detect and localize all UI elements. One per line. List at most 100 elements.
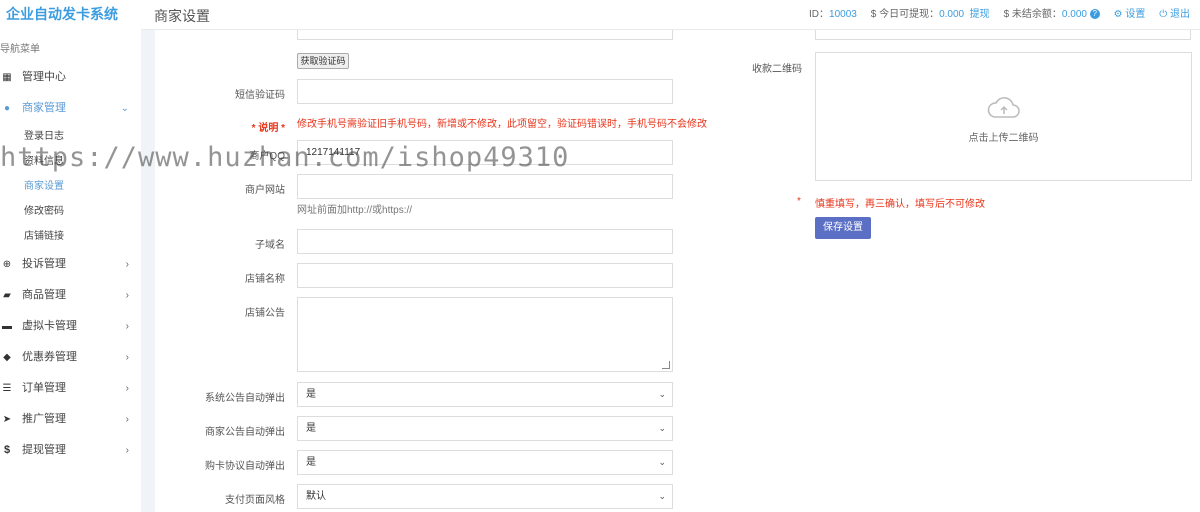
page-title: 商家设置	[154, 8, 210, 24]
chevron-right-icon: ›	[125, 352, 129, 363]
list-icon: ☰	[2, 383, 12, 394]
pay-style-select[interactable]: 默认 ⌄	[297, 484, 673, 509]
chevron-down-icon: ⌄	[658, 491, 666, 501]
pay-style-label: 支付页面风格	[225, 495, 285, 506]
qr-label: 收款二维码	[752, 64, 802, 75]
sidebar-subitem-change-password[interactable]: 修改密码	[0, 199, 141, 224]
sms-code-label: 短信验证码	[235, 90, 285, 101]
sidebar-subitem-login-log[interactable]: 登录日志	[0, 124, 141, 149]
website-hint: 网址前面加http://或https://	[297, 205, 413, 216]
sys-popup-select[interactable]: 是 ⌄	[297, 382, 673, 407]
shop-name-label: 店铺名称	[245, 274, 285, 285]
save-button[interactable]: 保存设置	[815, 217, 871, 239]
sidebar-item-complaints[interactable]: ⊕ 投诉管理 ›	[0, 249, 141, 280]
withdraw-link[interactable]: 提现	[970, 0, 990, 30]
sidebar-item-label: 推广管理	[22, 413, 66, 425]
sidebar-item-dashboard[interactable]: ▦ 管理中心	[0, 62, 141, 93]
app-title: 企业自动发卡系统	[6, 6, 118, 22]
warning-text: 慎重填写，再三确认，填写后不可修改	[815, 199, 985, 210]
sidebar-item-label: 优惠券管理	[22, 351, 77, 363]
sidebar-menu: ▦ 管理中心 ● 商家管理 ⌄ 登录日志 资料信息 商家设置 修改密码 店铺链接…	[0, 62, 141, 466]
sms-code-input[interactable]	[297, 79, 673, 104]
sidebar-item-label: 商家管理	[22, 102, 66, 114]
qq-input[interactable]: 1217141117	[297, 140, 673, 165]
qr-upload-text: 点击上传二维码	[968, 133, 1039, 144]
sidebar-item-products[interactable]: ▰ 商品管理 ›	[0, 280, 141, 311]
sys-popup-value: 是	[306, 389, 316, 400]
tag-icon: ◆	[3, 352, 11, 363]
merchant-id-label: ID：	[809, 9, 830, 20]
phone-input[interactable]	[297, 30, 673, 40]
announcement-textarea[interactable]	[297, 297, 673, 372]
chevron-right-icon: ›	[125, 259, 129, 270]
chevron-right-icon: ›	[125, 445, 129, 456]
merchant-popup-select[interactable]: 是 ⌄	[297, 416, 673, 441]
power-icon: ⏻	[1159, 9, 1168, 20]
shopping-bag-icon: ▰	[3, 290, 11, 301]
website-label: 商户网站	[245, 185, 285, 196]
agreement-popup-label: 购卡协议自动弹出	[205, 461, 285, 472]
qq-label: 商户QQ	[249, 151, 285, 162]
dollar-icon: $	[3, 444, 11, 456]
withdrawable-label: $ 今日可提现：	[870, 9, 940, 20]
note-label: * 说明 *	[251, 123, 285, 134]
help-icon[interactable]: ?	[1089, 9, 1100, 20]
chevron-right-icon: ›	[125, 414, 129, 425]
chevron-down-icon: ⌄	[658, 457, 666, 467]
agreement-popup-value: 是	[306, 457, 316, 468]
announcement-label: 店铺公告	[245, 308, 285, 319]
card-icon: ▬	[2, 321, 12, 332]
settings-link[interactable]: 设置	[1125, 0, 1145, 30]
shop-name-input[interactable]	[297, 263, 673, 288]
sidebar-item-label: 管理中心	[22, 71, 66, 83]
withdrawable-value: 0.000	[939, 9, 965, 20]
sidebar-item-withdraw[interactable]: $ 提现管理 ›	[0, 435, 141, 466]
chevron-down-icon: ⌄	[658, 423, 666, 433]
settings-panel: 获取验证码 短信验证码 * 说明 * 修改手机号需验证旧手机号码，新增或不修改，…	[155, 30, 1200, 512]
pay-style-value: 默认	[306, 491, 326, 502]
note-text: 修改手机号需验证旧手机号码，新增或不修改，此项留空，验证码错误时，手机号码不会修…	[297, 119, 707, 130]
get-code-button[interactable]: 获取验证码	[297, 53, 349, 69]
sys-popup-label: 系统公告自动弹出	[205, 393, 285, 404]
chevron-down-icon: ⌄	[120, 103, 129, 114]
sidebar-item-merchant[interactable]: ● 商家管理 ⌄	[0, 93, 141, 124]
merchant-popup-value: 是	[306, 423, 316, 434]
cloud-upload-icon	[987, 97, 1020, 118]
chevron-right-icon: ›	[125, 321, 129, 332]
user-icon: ●	[3, 103, 11, 114]
subdomain-label: 子域名	[255, 240, 285, 251]
logout-link[interactable]: 退出	[1170, 0, 1190, 30]
sidebar-item-orders[interactable]: ☰ 订单管理 ›	[0, 373, 141, 404]
sidebar-subitem-shop-link[interactable]: 店铺链接	[0, 224, 141, 249]
sidebar-item-promotion[interactable]: ➤ 推广管理 ›	[0, 404, 141, 435]
sidebar-item-coupons[interactable]: ◆ 优惠券管理 ›	[0, 342, 141, 373]
sidebar-subitem-profile[interactable]: 资料信息	[0, 149, 141, 174]
dashboard-icon: ▦	[2, 72, 12, 83]
unsettled-value: 0.000	[1061, 9, 1087, 20]
sidebar-item-label: 订单管理	[22, 382, 66, 394]
subdomain-input[interactable]	[297, 229, 673, 254]
sidebar-subitem-merchant-settings[interactable]: 商家设置	[0, 174, 141, 199]
chevron-right-icon: ›	[125, 383, 129, 394]
sidebar: 企业自动发卡系统 导航菜单 ▦ 管理中心 ● 商家管理 ⌄ 登录日志 资料信息 …	[0, 0, 141, 512]
sidebar-item-label: 提现管理	[22, 444, 66, 456]
merchant-id-value: 10003	[829, 9, 857, 20]
unsettled-label: $ 未结余额：	[1003, 9, 1062, 20]
paper-plane-icon: ➤	[2, 414, 12, 425]
website-input[interactable]	[297, 174, 673, 199]
sidebar-item-label: 投诉管理	[22, 258, 66, 270]
sidebar-item-label: 虚拟卡管理	[22, 320, 77, 332]
right-top-input[interactable]	[815, 30, 1191, 40]
chevron-down-icon: ⌄	[658, 389, 666, 399]
sidebar-item-label: 商品管理	[22, 289, 66, 301]
chevron-right-icon: ›	[125, 290, 129, 301]
complaint-icon: ⊕	[2, 259, 12, 270]
sidebar-item-virtual-cards[interactable]: ▬ 虚拟卡管理 ›	[0, 311, 141, 342]
qr-upload-area[interactable]: 点击上传二维码	[815, 52, 1192, 181]
agreement-popup-select[interactable]: 是 ⌄	[297, 450, 673, 475]
header-stats: ID：10003 $ 今日可提现：0.000 提现 $ 未结余额：0.000 ?…	[809, 0, 1190, 30]
nav-title: 导航菜单	[0, 44, 40, 55]
resize-handle-icon[interactable]	[662, 361, 670, 369]
merchant-popup-label: 商家公告自动弹出	[205, 427, 285, 438]
top-header: 商家设置 ID：10003 $ 今日可提现：0.000 提现 $ 未结余额：0.…	[141, 0, 1200, 30]
